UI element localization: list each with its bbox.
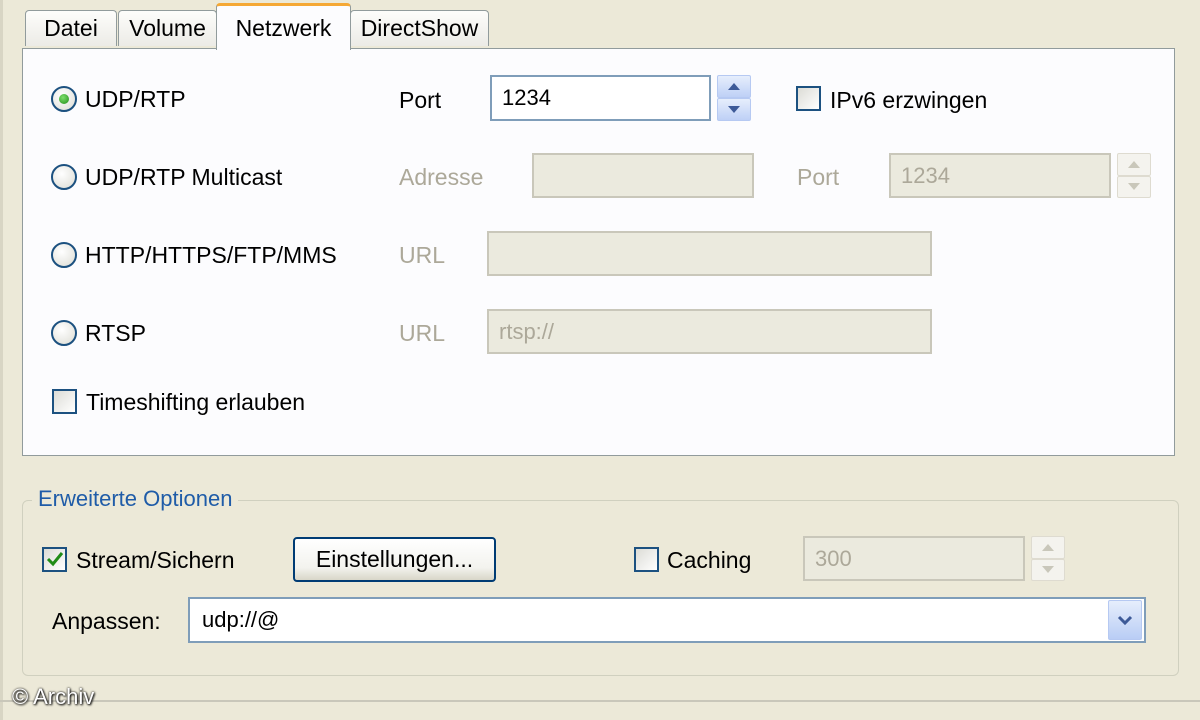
ipv6-label: IPv6 erzwingen bbox=[830, 87, 988, 113]
multicast-address-input[interactable] bbox=[532, 153, 754, 198]
spin-up-button[interactable] bbox=[1031, 536, 1065, 559]
http-radio[interactable] bbox=[51, 242, 77, 268]
http-url-input[interactable] bbox=[487, 231, 932, 276]
customize-label: Anpassen: bbox=[52, 608, 161, 634]
caching-checkbox[interactable] bbox=[634, 547, 659, 572]
arrow-down-icon bbox=[1042, 566, 1054, 574]
udp-multicast-label: UDP/RTP Multicast bbox=[85, 164, 283, 190]
tab-datei[interactable]: Datei bbox=[25, 10, 117, 46]
udp-port-input[interactable]: 1234 bbox=[490, 75, 711, 121]
customize-value: udp://@ bbox=[202, 607, 280, 632]
stream-label: Stream/Sichern bbox=[76, 547, 235, 573]
arrow-down-icon bbox=[728, 106, 740, 113]
spin-down-button[interactable] bbox=[1117, 175, 1151, 198]
udp-multicast-radio[interactable] bbox=[51, 164, 77, 190]
udp-port-label: Port bbox=[399, 87, 442, 113]
udp-rtp-radio[interactable] bbox=[51, 86, 77, 112]
arrow-up-icon bbox=[728, 83, 740, 90]
rtsp-label: RTSP bbox=[85, 320, 146, 346]
multicast-port-label: Port bbox=[797, 164, 840, 190]
separator-line bbox=[0, 700, 1200, 702]
ipv6-checkbox[interactable] bbox=[796, 86, 821, 111]
rtsp-url-label: URL bbox=[399, 320, 446, 346]
multicast-port-spinner[interactable] bbox=[1117, 153, 1151, 198]
tab-netzwerk[interactable]: Netzwerk bbox=[216, 3, 351, 50]
radio-selected-dot bbox=[59, 94, 69, 104]
multicast-port-input[interactable]: 1234 bbox=[889, 153, 1111, 198]
copyright-watermark: © Archiv bbox=[12, 684, 95, 709]
arrow-up-icon bbox=[1128, 160, 1140, 168]
http-label: HTTP/HTTPS/FTP/MMS bbox=[85, 242, 337, 268]
spin-up-button[interactable] bbox=[1117, 153, 1151, 176]
arrow-down-icon bbox=[1128, 183, 1140, 191]
udp-port-spinner[interactable] bbox=[717, 75, 751, 121]
advanced-options-legend: Erweiterte Optionen bbox=[32, 486, 239, 512]
arrow-up-icon bbox=[1042, 543, 1054, 551]
customize-dropdown-button[interactable] bbox=[1108, 600, 1142, 640]
customize-combobox[interactable]: udp://@ bbox=[188, 597, 1146, 643]
rtsp-url-input[interactable]: rtsp:// bbox=[487, 309, 932, 354]
advanced-options-group bbox=[22, 500, 1179, 676]
window-edge bbox=[0, 0, 3, 720]
spin-down-button[interactable] bbox=[1031, 558, 1065, 581]
tab-volume[interactable]: Volume bbox=[118, 10, 217, 46]
rtsp-radio[interactable] bbox=[51, 320, 77, 346]
caching-input[interactable]: 300 bbox=[803, 536, 1025, 581]
udp-rtp-label: UDP/RTP bbox=[85, 86, 186, 112]
chevron-down-icon bbox=[1117, 615, 1133, 625]
stream-checkbox[interactable] bbox=[42, 547, 67, 572]
checkmark-icon bbox=[46, 552, 64, 567]
timeshift-label: Timeshifting erlauben bbox=[86, 389, 306, 415]
tab-directshow[interactable]: DirectShow bbox=[350, 10, 489, 46]
caching-label: Caching bbox=[667, 547, 752, 573]
spin-up-button[interactable] bbox=[717, 75, 751, 98]
multicast-address-label: Adresse bbox=[399, 164, 484, 190]
spin-down-button[interactable] bbox=[717, 98, 751, 121]
timeshift-checkbox[interactable] bbox=[52, 389, 77, 414]
http-url-label: URL bbox=[399, 242, 446, 268]
caching-spinner[interactable] bbox=[1031, 536, 1065, 581]
settings-button[interactable]: Einstellungen... bbox=[293, 537, 496, 582]
